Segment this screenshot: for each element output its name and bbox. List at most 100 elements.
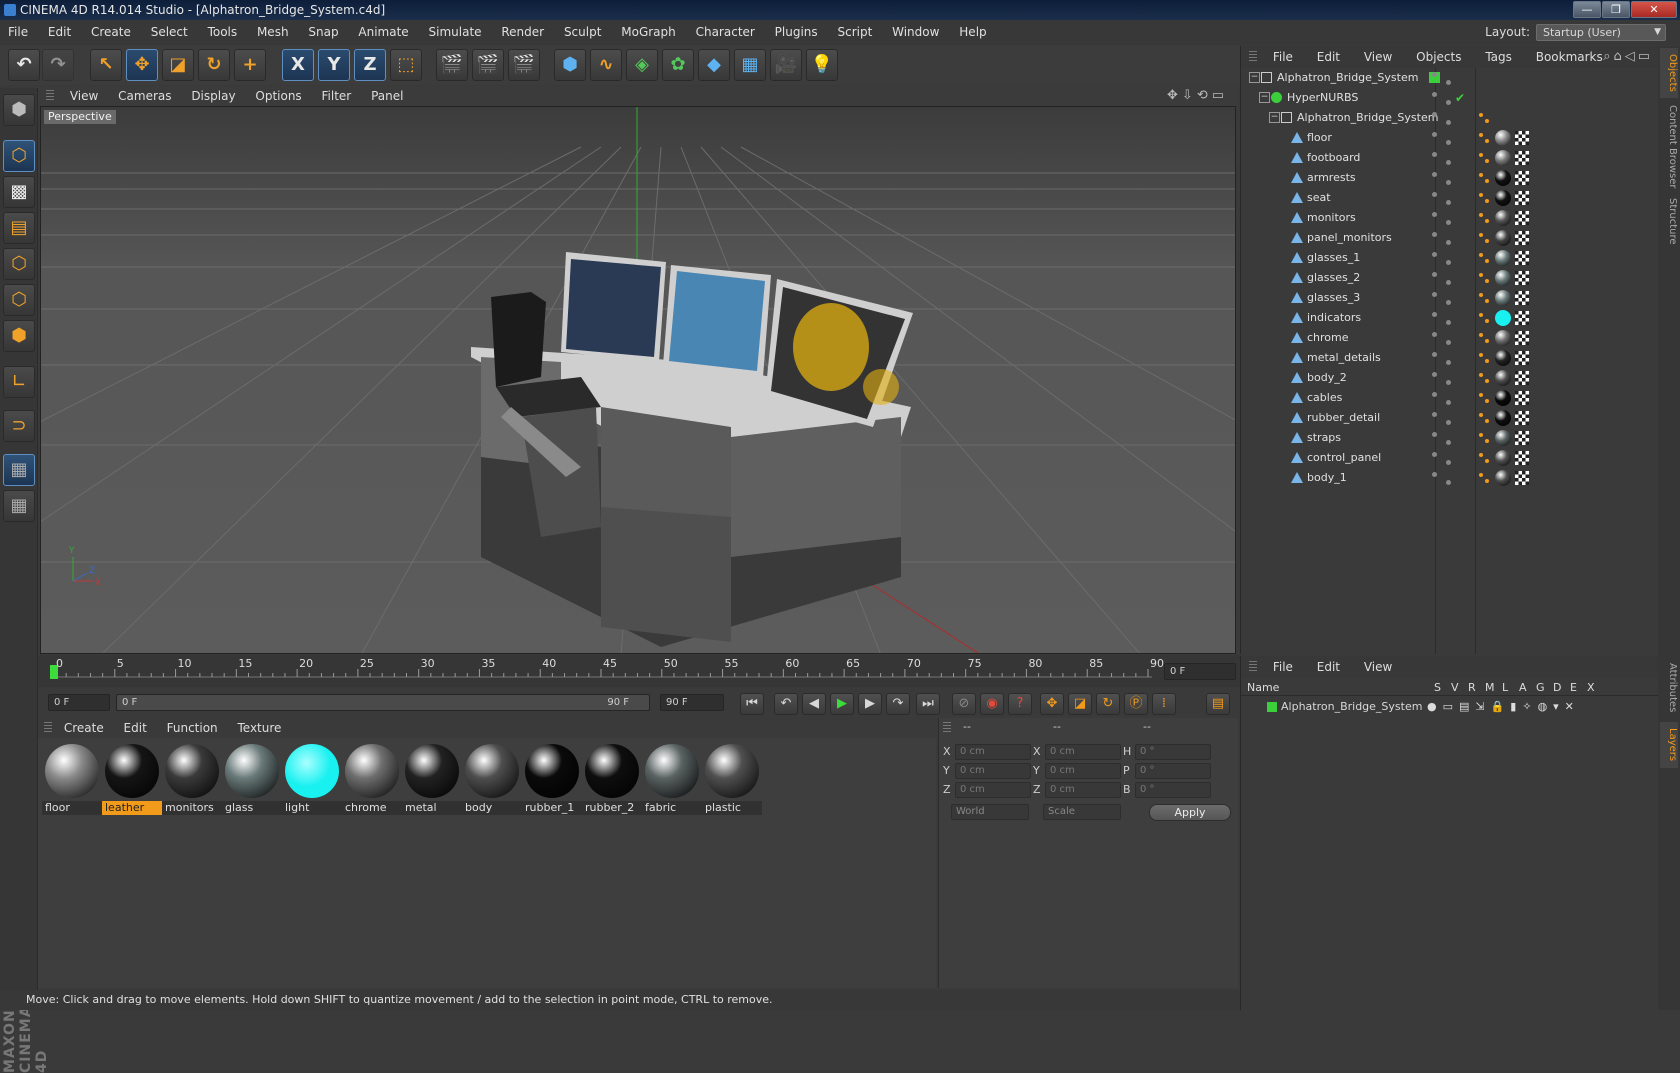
object-row[interactable]: glasses_2 [1241, 268, 1659, 288]
viewport-menu-filter[interactable]: Filter [322, 86, 352, 106]
objects-menu-tags[interactable]: Tags [1485, 46, 1512, 68]
material-swatch[interactable]: rubber_2 [582, 742, 642, 820]
material-tag-icon[interactable] [1495, 290, 1511, 306]
floor-button[interactable]: ▦ [734, 49, 766, 81]
phong-tag-icon[interactable] [1485, 259, 1489, 263]
coordinate-system-button[interactable]: ⬚ [390, 49, 422, 81]
visibility-dot-icon[interactable] [1432, 352, 1437, 357]
phong-tag-icon[interactable] [1485, 299, 1489, 303]
visibility-dot-icon[interactable] [1446, 180, 1451, 185]
material-menu-function[interactable]: Function [167, 718, 218, 738]
visibility-dot-icon[interactable] [1446, 260, 1451, 265]
size-mode-select[interactable]: Scale [1043, 804, 1121, 820]
texture-tag-icon[interactable] [1515, 251, 1529, 265]
visibility-dot-icon[interactable] [1432, 252, 1437, 257]
coordinate-value-field[interactable]: 0 ° [1135, 782, 1211, 798]
phong-tag-icon[interactable] [1485, 419, 1489, 423]
object-row[interactable]: chrome [1241, 328, 1659, 348]
layers-menu-edit[interactable]: Edit [1317, 656, 1340, 678]
coordinate-value-field[interactable]: 0 ° [1135, 763, 1211, 779]
next-frame-button[interactable]: ▶ [858, 693, 882, 715]
axis-mode-button[interactable]: ∟ [3, 366, 35, 398]
key-scale-button[interactable]: ◪ [1068, 693, 1092, 715]
phong-tag-icon[interactable] [1485, 439, 1489, 443]
material-tag-icon[interactable] [1495, 230, 1511, 246]
visibility-dot-icon[interactable] [1446, 140, 1451, 145]
visibility-dot-icon[interactable] [1432, 332, 1437, 337]
tab-content-browser[interactable]: Content Browser [1660, 102, 1678, 192]
phong-tag-icon[interactable] [1485, 479, 1489, 483]
texture-tag-icon[interactable] [1515, 411, 1529, 425]
texture-tag-icon[interactable] [1515, 151, 1529, 165]
visibility-dot-icon[interactable] [1432, 452, 1437, 457]
texture-tag-icon[interactable] [1515, 271, 1529, 285]
light-button[interactable]: 💡 [806, 49, 838, 81]
visibility-dot-icon[interactable] [1446, 360, 1451, 365]
texture-tag-icon[interactable] [1515, 291, 1529, 305]
visibility-dot-icon[interactable] [1432, 172, 1437, 177]
polygons-mode-button[interactable]: ⬢ [3, 320, 35, 352]
phong-tag-icon[interactable] [1479, 213, 1483, 217]
visibility-dot-icon[interactable] [1446, 200, 1451, 205]
object-row[interactable]: cables [1241, 388, 1659, 408]
points-mode-button[interactable]: ⬡ [3, 248, 35, 280]
texture-mode-button[interactable]: ▩ [3, 176, 35, 208]
key-pla-button[interactable]: ⁞ [1152, 693, 1176, 715]
material-tag-icon[interactable] [1495, 430, 1511, 446]
texture-tag-icon[interactable] [1515, 311, 1529, 325]
spline-button[interactable]: ∿ [590, 49, 622, 81]
material-swatch[interactable]: body [462, 742, 522, 820]
timeline-layout-button[interactable]: ▤ [1206, 693, 1230, 715]
y-axis-button[interactable]: Y [318, 49, 350, 81]
key-parameter-button[interactable]: Ⓟ [1124, 693, 1148, 715]
phong-tag-icon[interactable] [1479, 353, 1483, 357]
start-frame-field[interactable]: 0 F [48, 694, 110, 711]
material-tag-icon[interactable] [1495, 370, 1511, 386]
edges-mode-button[interactable]: ⬡ [3, 284, 35, 316]
phong-tag-icon[interactable] [1479, 133, 1483, 137]
material-tag-icon[interactable] [1495, 470, 1511, 486]
material-swatch[interactable]: light [282, 742, 342, 820]
visibility-dot-icon[interactable] [1446, 400, 1451, 405]
rotate-tool-button[interactable]: ↻ [198, 49, 230, 81]
menu-animate[interactable]: Animate [350, 20, 416, 45]
visibility-dot-icon[interactable] [1446, 460, 1451, 465]
phong-tag-icon[interactable] [1485, 119, 1489, 123]
menu-simulate[interactable]: Simulate [421, 20, 490, 45]
object-row[interactable]: body_1 [1241, 468, 1659, 488]
viewport-menu-view[interactable]: View [70, 86, 98, 106]
material-swatch[interactable]: monitors [162, 742, 222, 820]
phong-tag-icon[interactable] [1479, 373, 1483, 377]
visibility-dot-icon[interactable] [1446, 80, 1451, 85]
phong-tag-icon[interactable] [1479, 153, 1483, 157]
close-button[interactable]: ✕ [1631, 1, 1677, 18]
material-swatch[interactable]: rubber_1 [522, 742, 582, 820]
coordinate-value-field[interactable]: 0 cm [1045, 763, 1121, 779]
x-axis-button[interactable]: X [282, 49, 314, 81]
object-row[interactable]: body_2 [1241, 368, 1659, 388]
texture-tag-icon[interactable] [1515, 371, 1529, 385]
object-row[interactable]: metal_details [1241, 348, 1659, 368]
material-menu-edit[interactable]: Edit [124, 718, 147, 738]
object-row[interactable]: − Alphatron_Bridge_System [1241, 108, 1659, 128]
phong-tag-icon[interactable] [1485, 159, 1489, 163]
model-mode-button[interactable]: ⬡ [3, 140, 35, 172]
transform-tool-button[interactable]: + [234, 49, 266, 81]
move-tool-button[interactable]: ✥ [126, 49, 158, 81]
layers-menu-view[interactable]: View [1364, 656, 1392, 678]
visibility-dot-icon[interactable] [1432, 92, 1437, 97]
material-swatch[interactable]: metal [402, 742, 462, 820]
visibility-dot-icon[interactable] [1446, 280, 1451, 285]
collapse-icon[interactable]: − [1259, 92, 1270, 103]
frame-range-slider[interactable]: 0 F 90 F [116, 694, 650, 711]
visibility-dot-icon[interactable] [1446, 380, 1451, 385]
phong-tag-icon[interactable] [1479, 173, 1483, 177]
enabled-check-icon[interactable]: ✔ [1455, 88, 1465, 108]
texture-tag-icon[interactable] [1515, 391, 1529, 405]
visibility-dot-icon[interactable] [1446, 320, 1451, 325]
redo-button[interactable]: ↷ [42, 49, 74, 81]
material-tag-icon[interactable] [1495, 190, 1511, 206]
menu-tools[interactable]: Tools [200, 20, 246, 45]
planar-workplane-button[interactable]: ▦ [3, 490, 35, 522]
timeline-ruler[interactable]: 0 5 10 15 20 25 30 35 40 45 50 55 60 65 70 75 80 85 90 0 F [38, 655, 1240, 687]
